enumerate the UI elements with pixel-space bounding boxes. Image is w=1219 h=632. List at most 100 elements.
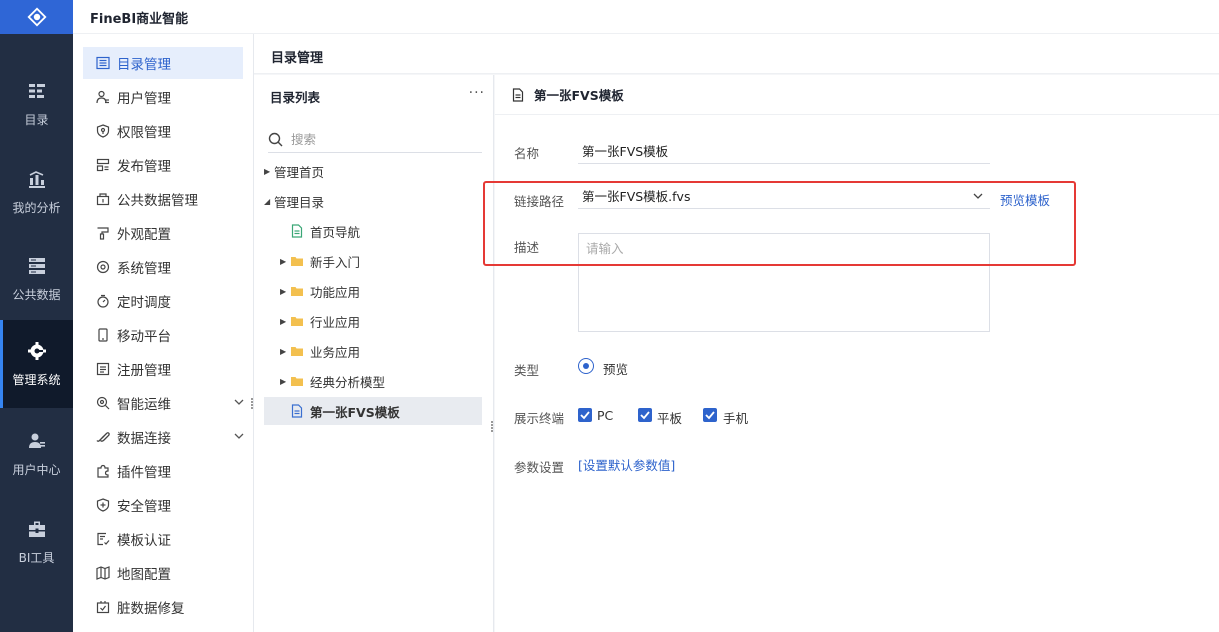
menu-item-mobile-platform[interactable]: 移动平台	[83, 319, 243, 351]
terminal-tablet-label: 平板	[657, 411, 683, 426]
link-path-select[interactable]: 第一张FVS模板.fvs	[578, 183, 990, 209]
rail-item-bi-tools[interactable]: BI工具	[0, 498, 73, 586]
menu-item-user-management[interactable]: 用户管理	[83, 81, 243, 113]
template-file-icon	[291, 404, 303, 418]
rail-item-user-center[interactable]: 用户中心	[0, 410, 73, 498]
menu-item-label: 注册管理	[117, 363, 171, 379]
tree-expand-arrow[interactable]: ▶	[280, 257, 290, 266]
management-menu: 目录管理 用户管理 权限管理 发布管理 公共数据管理 外观配置 系统管理 定时调…	[73, 34, 254, 632]
tree-node-home[interactable]: ▶ 管理首页	[264, 157, 482, 185]
tree-node-label: 业务应用	[310, 344, 361, 360]
name-label: 名称	[514, 146, 540, 161]
finebi-logo[interactable]	[0, 0, 73, 34]
folder-icon	[291, 317, 303, 326]
settings-icon	[96, 260, 110, 274]
menu-item-smart-ops[interactable]: 智能运维	[83, 387, 245, 419]
user-icon	[28, 433, 45, 448]
tree-node-label: 行业应用	[310, 314, 361, 330]
menu-item-appearance-config[interactable]: 外观配置	[83, 217, 243, 249]
tree-node-getting-started[interactable]: ▶ 新手入门	[264, 247, 482, 275]
tree-expand-arrow[interactable]: ▶	[280, 347, 290, 356]
chevron-down-icon[interactable]	[972, 190, 984, 202]
tree-node-manage-catalog[interactable]: ◢ 管理目录	[264, 187, 482, 215]
tree-node-business-apps[interactable]: ▶ 业务应用	[264, 337, 482, 365]
menu-item-security-management[interactable]: 安全管理	[83, 489, 243, 521]
template-detail-panel: 第一张FVS模板 名称 第一张FVS模板 链接路径 第一张FVS模板.fvs 预…	[495, 75, 1219, 632]
check-icon	[705, 411, 715, 420]
tree-node-feature-apps[interactable]: ▶ 功能应用	[264, 277, 482, 305]
menu-item-registration[interactable]: 注册管理	[83, 353, 243, 385]
menu-item-catalog-management[interactable]: 目录管理	[83, 47, 243, 79]
tree-expand-arrow[interactable]: ▶	[280, 317, 290, 326]
tree-expand-arrow[interactable]: ▶	[280, 377, 290, 386]
rail-item-public-data[interactable]: 公共数据	[0, 235, 73, 323]
template-file-icon	[291, 224, 303, 238]
chevron-down-icon[interactable]	[233, 430, 245, 442]
rail-item-label: 管理系统	[12, 372, 61, 387]
menu-item-publish-management[interactable]: 发布管理	[83, 149, 243, 181]
type-preview-radio[interactable]	[578, 358, 594, 374]
content-header: 目录管理	[254, 34, 1219, 74]
catalog-search	[268, 127, 482, 153]
tree-expand-arrow[interactable]: ▶	[280, 287, 290, 296]
tree-node-first-fvs-template[interactable]: 第一张FVS模板	[264, 397, 482, 425]
name-field[interactable]: 第一张FVS模板	[578, 138, 990, 164]
menu-item-map-config[interactable]: 地图配置	[83, 557, 243, 589]
rail-item-my-analysis[interactable]: 我的分析	[0, 148, 73, 236]
menu-item-data-connection[interactable]: 数据连接	[83, 421, 245, 453]
search-icon	[268, 132, 283, 147]
search-input[interactable]	[291, 132, 471, 147]
check-icon	[580, 411, 590, 420]
menu-item-template-certification[interactable]: 模板认证	[83, 523, 243, 555]
menu-item-system-management[interactable]: 系统管理	[83, 251, 243, 283]
toolbox-icon	[28, 521, 45, 537]
menu-item-public-data-management[interactable]: 公共数据管理	[83, 183, 243, 215]
more-options-icon[interactable]: ···	[469, 85, 485, 101]
tree-expand-arrow[interactable]: ▶	[264, 167, 274, 176]
mobile-icon	[98, 328, 108, 342]
tree-node-label: 新手入门	[310, 254, 361, 270]
tree-collapse-arrow[interactable]: ◢	[264, 197, 274, 206]
menu-item-label: 脏数据修复	[117, 601, 185, 617]
catalog-icon	[28, 83, 45, 98]
top-header: FineBI商业智能	[73, 0, 1219, 34]
rail-item-catalog[interactable]: 目录	[0, 60, 73, 148]
terminal-pc-checkbox[interactable]	[578, 408, 592, 422]
rail-item-label: BI工具	[18, 550, 55, 565]
tree-node-industry-apps[interactable]: ▶ 行业应用	[264, 307, 482, 335]
terminal-tablet-checkbox[interactable]	[638, 408, 652, 422]
menu-item-permission-management[interactable]: 权限管理	[83, 115, 243, 147]
menu-item-dirty-data-repair[interactable]: 脏数据修复	[83, 591, 243, 623]
plugin-icon	[97, 464, 109, 478]
rail-item-label: 公共数据	[12, 287, 61, 302]
terminal-phone-checkbox[interactable]	[703, 408, 717, 422]
chevron-down-icon[interactable]	[233, 396, 245, 408]
tree-node-classic-models[interactable]: ▶ 经典分析模型	[264, 367, 482, 395]
set-default-params-link[interactable]: [设置默认参数值]	[578, 455, 675, 474]
menu-item-plugin-management[interactable]: 插件管理	[83, 455, 243, 487]
detail-header: 第一张FVS模板	[495, 75, 1219, 115]
menu-item-label: 地图配置	[117, 567, 171, 583]
menu-item-label: 定时调度	[117, 295, 171, 311]
menu-item-label: 移动平台	[117, 329, 171, 345]
display-terminal-label: 展示终端	[514, 411, 565, 426]
type-label: 类型	[514, 363, 540, 378]
ops-icon	[96, 396, 110, 410]
terminal-phone-label: 手机	[723, 411, 749, 426]
tree-node-label: 管理首页	[274, 164, 325, 180]
appearance-icon	[97, 227, 109, 240]
global-nav-rail: 目录 我的分析 公共数据 管理系统 用户中心 BI工具	[0, 0, 73, 632]
menu-item-label: 目录管理	[117, 57, 171, 73]
name-value: 第一张FVS模板	[582, 144, 669, 159]
public-data-icon	[96, 193, 110, 206]
menu-item-scheduled-task[interactable]: 定时调度	[83, 285, 243, 317]
description-textarea[interactable]	[578, 233, 990, 332]
preview-template-link[interactable]: 预览模板	[1000, 190, 1050, 209]
tree-node-home-nav[interactable]: 首页导航	[264, 217, 482, 245]
menu-item-label: 公共数据管理	[117, 193, 198, 209]
rail-item-management[interactable]: 管理系统	[0, 320, 73, 408]
check-icon	[640, 411, 650, 420]
rail-item-label: 用户中心	[12, 462, 61, 477]
map-icon	[96, 566, 110, 580]
app-title: FineBI商业智能	[90, 12, 189, 27]
